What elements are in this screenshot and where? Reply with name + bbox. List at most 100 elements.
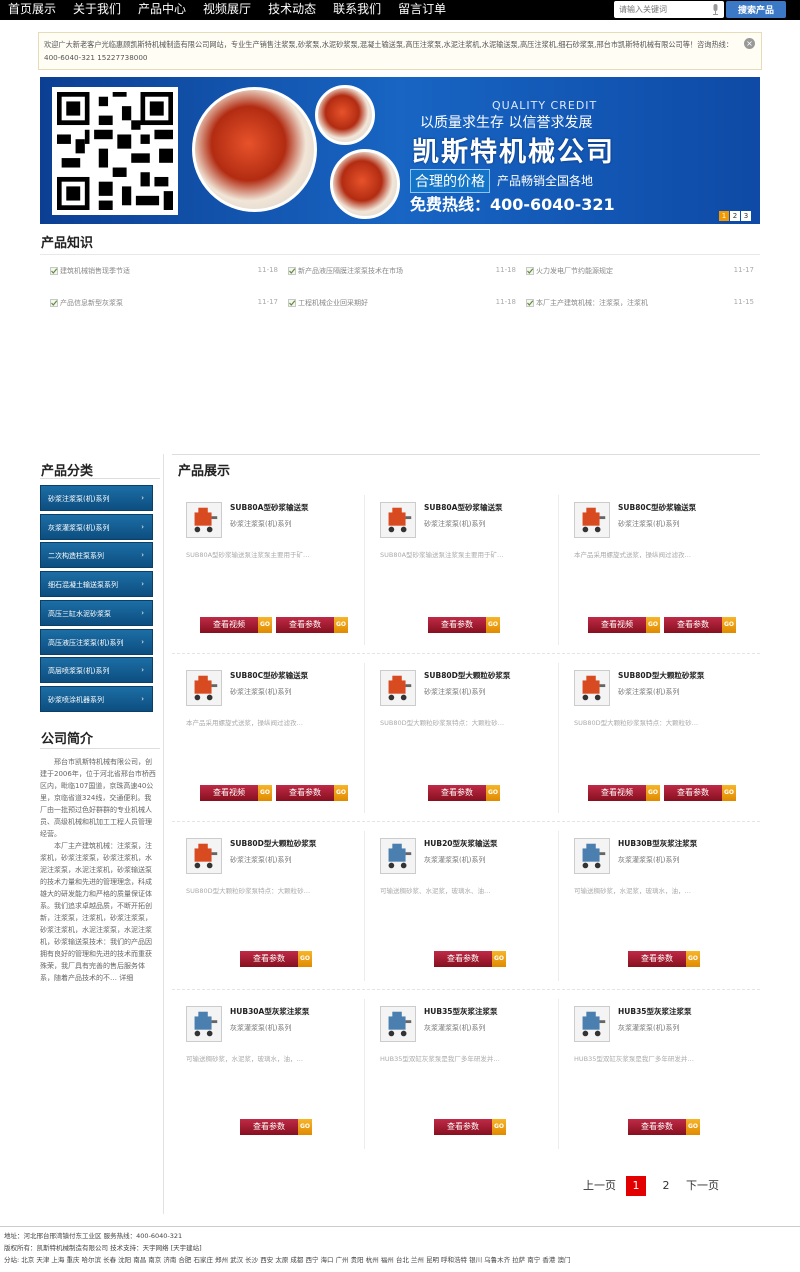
search-button[interactable]: 搜索产品 xyxy=(726,1,786,18)
news-item[interactable]: 产品信息新型灰浆泵 11-17 xyxy=(50,298,278,310)
product-thumbnail[interactable] xyxy=(574,838,610,874)
view-params-button[interactable]: 查看参数 GO xyxy=(276,617,348,633)
product-name[interactable]: HUB20型灰浆输送泵 xyxy=(424,838,498,849)
view-params-button[interactable]: 查看参数 GO xyxy=(428,785,500,801)
nav-item[interactable]: 留言订单 xyxy=(398,0,446,20)
product-name[interactable]: SUB80A型砂浆输送泵 xyxy=(230,502,308,513)
product-card: HUB35型灰浆注浆泵 灰浆灌浆泵(机)系列 HUB35型双缸灰浆泵是我厂多年研发并… xyxy=(566,999,752,1159)
news-item[interactable]: 本厂主产建筑机械：注浆泵，注浆机 11-15 xyxy=(526,298,754,310)
nav-item[interactable]: 联系我们 xyxy=(333,0,381,20)
product-name[interactable]: SUB80D型大颗粒砂浆泵 xyxy=(230,838,316,849)
banner-price: 合理的价格 xyxy=(410,169,490,193)
news-title[interactable]: 本厂主产建筑机械：注浆泵，注浆机 xyxy=(536,298,648,308)
mic-icon[interactable] xyxy=(712,4,719,15)
product-name[interactable]: HUB35型灰浆注浆泵 xyxy=(424,1006,498,1017)
banner-page-button[interactable]: 3 xyxy=(741,211,751,221)
view-video-button[interactable]: 查看视频 GO xyxy=(200,617,272,633)
divider xyxy=(172,454,760,455)
product-thumbnail[interactable] xyxy=(380,670,416,706)
news-title[interactable]: 工程机械企业回采期好 xyxy=(298,298,368,308)
product-name[interactable]: SUB80C型砂浆输送泵 xyxy=(618,502,696,513)
category-item[interactable]: 高层喷浆泵(机)系列 › xyxy=(40,657,153,684)
product-thumbnail[interactable] xyxy=(186,670,222,706)
product-name[interactable]: HUB30B型灰浆注浆泵 xyxy=(618,838,697,849)
category-item[interactable]: 灰浆灌浆泵(机)系列 › xyxy=(40,513,153,540)
view-video-button[interactable]: 查看视频 GO xyxy=(200,785,272,801)
column-divider xyxy=(163,454,164,1214)
news-date: 11-18 xyxy=(495,298,516,306)
view-params-button[interactable]: 查看参数 GO xyxy=(240,1119,312,1135)
view-video-button[interactable]: 查看视频 GO xyxy=(588,785,660,801)
check-icon xyxy=(288,299,296,307)
product-thumbnail[interactable] xyxy=(380,1006,416,1042)
product-thumbnail[interactable] xyxy=(574,502,610,538)
page-link-1[interactable]: 1 xyxy=(626,1176,646,1196)
product-card: SUB80A型砂浆输送泵 砂浆注浆泵(机)系列 SUB80A型砂浆输送泵注浆泵主要用… xyxy=(372,495,558,655)
product-name[interactable]: SUB80D型大颗粒砂浆泵 xyxy=(424,670,510,681)
search-input[interactable] xyxy=(614,1,710,18)
product-thumbnail[interactable] xyxy=(380,502,416,538)
product-name[interactable]: HUB35型灰浆注浆泵 xyxy=(618,1006,692,1017)
footer-address: 地址：河北邢台邢湾镇付东工业区 服务热线：400-6040-321 xyxy=(4,1232,183,1240)
product-name[interactable]: SUB80C型砂浆输送泵 xyxy=(230,670,308,681)
view-params-button[interactable]: 查看参数 GO xyxy=(240,951,312,967)
news-item[interactable]: 新产品液压隔膜注浆泵技术在市场 11-18 xyxy=(288,266,516,278)
category-item[interactable]: 砂浆喷涂机器系列 › xyxy=(40,685,153,712)
news-title[interactable]: 火力发电厂节约能源规定 xyxy=(536,266,613,276)
news-item[interactable]: 火力发电厂节约能源规定 11-17 xyxy=(526,266,754,278)
nav-item[interactable]: 视频展厅 xyxy=(203,0,251,20)
go-icon: GO xyxy=(722,785,736,801)
category-item[interactable]: 二次构造柱泵系列 › xyxy=(40,542,153,569)
product-category: 砂浆注浆泵(机)系列 xyxy=(618,520,680,528)
view-params-button[interactable]: 查看参数 GO xyxy=(664,785,736,801)
chevron-right-icon: › xyxy=(141,580,144,589)
page-link-2[interactable]: 2 xyxy=(656,1176,676,1196)
next-page-link[interactable]: 下一页 xyxy=(686,1176,719,1196)
news-item[interactable]: 工程机械企业回采期好 11-18 xyxy=(288,298,516,310)
nav-item[interactable]: 技术动态 xyxy=(268,0,316,20)
view-params-button[interactable]: 查看参数 GO xyxy=(628,951,700,967)
product-name[interactable]: SUB80A型砂浆输送泵 xyxy=(424,502,502,513)
banner-page-button[interactable]: 2 xyxy=(730,211,740,221)
nav-item[interactable]: 首页展示 xyxy=(8,0,56,20)
view-params-button[interactable]: 查看参数 GO xyxy=(276,785,348,801)
product-thumbnail[interactable] xyxy=(574,1006,610,1042)
product-thumbnail[interactable] xyxy=(186,1006,222,1042)
product-thumbnail[interactable] xyxy=(574,670,610,706)
product-name[interactable]: SUB80D型大颗粒砂浆泵 xyxy=(618,670,704,681)
category-item[interactable]: 高压液压注浆泵(机)系列 › xyxy=(40,628,153,655)
category-label: 高压三缸水泥砂浆泵 xyxy=(48,609,111,618)
category-item[interactable]: 细石混凝土输送泵系列 › xyxy=(40,571,153,598)
view-params-button[interactable]: 查看参数 GO xyxy=(428,617,500,633)
product-category: 砂浆注浆泵(机)系列 xyxy=(424,520,486,528)
view-video-button[interactable]: 查看视频 GO xyxy=(588,617,660,633)
nav-item[interactable]: 关于我们 xyxy=(73,0,121,20)
category-item[interactable]: 高压三缸水泥砂浆泵 › xyxy=(40,599,153,626)
close-icon[interactable]: × xyxy=(744,38,755,49)
view-params-button[interactable]: 查看参数 GO xyxy=(628,1119,700,1135)
product-desc: 本产品采用螺旋式送浆，操纵阀过滤孜… xyxy=(186,719,303,727)
view-params-button[interactable]: 查看参数 GO xyxy=(434,951,506,967)
banner-page-button[interactable]: 1 xyxy=(719,211,729,221)
go-icon: GO xyxy=(334,785,348,801)
view-params-button[interactable]: 查看参数 GO xyxy=(434,1119,506,1135)
top-nav: 首页展示 关于我们 产品中心 视频展厅 技术动态 联系我们 留言订单 xyxy=(8,0,463,20)
view-params-button[interactable]: 查看参数 GO xyxy=(664,617,736,633)
product-name[interactable]: HUB30A型灰浆注浆泵 xyxy=(230,1006,309,1017)
chevron-right-icon: › xyxy=(141,694,144,703)
product-desc: SUB80D型大颗粒砂浆泵特点：大颗粒砂… xyxy=(574,719,699,727)
banner-hotline: 免费热线：400-6040-321 xyxy=(410,195,615,214)
prev-page-link[interactable]: 上一页 xyxy=(583,1176,616,1196)
product-thumbnail[interactable] xyxy=(380,838,416,874)
news-title[interactable]: 产品信息新型灰浆泵 xyxy=(60,298,123,308)
category-item[interactable]: 砂浆注浆泵(机)系列 › xyxy=(40,485,153,511)
news-title[interactable]: 新产品液压隔膜注浆泵技术在市场 xyxy=(298,266,403,276)
news-title[interactable]: 建筑机械销售现季节适 xyxy=(60,266,130,276)
about-more-link[interactable]: 详细 xyxy=(119,974,133,982)
news-item[interactable]: 建筑机械销售现季节适 11-18 xyxy=(50,266,278,278)
product-thumbnail[interactable] xyxy=(186,502,222,538)
machine-photo-small-bottom xyxy=(330,149,400,219)
nav-item[interactable]: 产品中心 xyxy=(138,0,186,20)
button-label: 查看参数 xyxy=(664,785,722,801)
product-thumbnail[interactable] xyxy=(186,838,222,874)
